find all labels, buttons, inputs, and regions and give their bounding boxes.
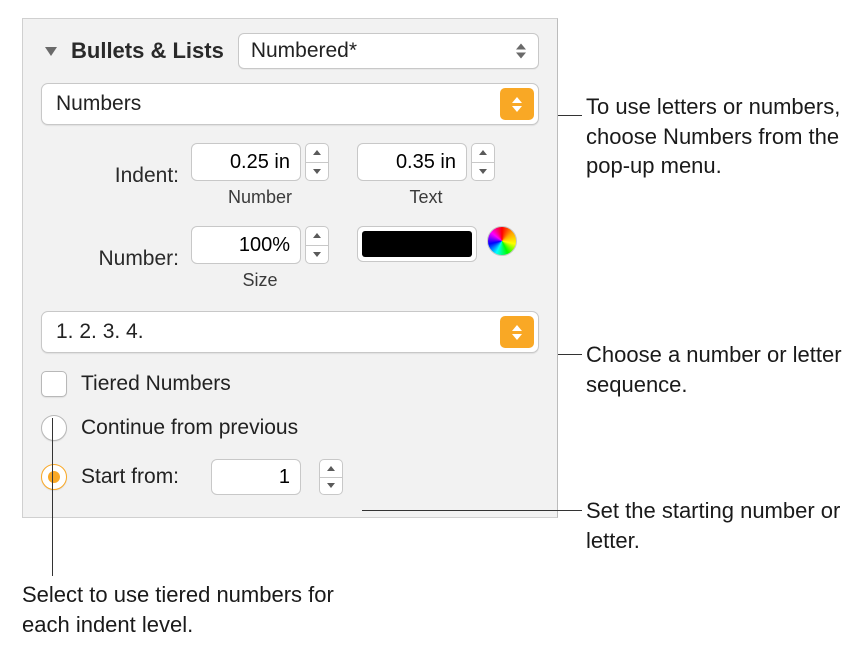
list-style-popup[interactable]: Numbered*	[238, 33, 539, 69]
leader-line	[558, 115, 582, 116]
disclosure-triangle-icon[interactable]	[45, 47, 57, 56]
indent-text-stepper[interactable]	[357, 143, 495, 181]
leader-line	[362, 510, 582, 511]
indent-row: Indent: Number	[41, 143, 539, 208]
number-label: Number:	[41, 247, 191, 271]
annotation-type-popup: To use letters or numbers, choose Number…	[586, 92, 846, 181]
popup-knob-icon	[500, 316, 534, 348]
stepper-buttons[interactable]	[305, 226, 329, 264]
number-size-input[interactable]	[191, 226, 301, 264]
continue-label: Continue from previous	[81, 416, 298, 440]
stepper-up-icon[interactable]	[320, 460, 342, 478]
start-from-input[interactable]	[211, 459, 301, 495]
stepper-down-icon[interactable]	[306, 246, 328, 264]
indent-number-stepper[interactable]	[191, 143, 329, 181]
tiered-numbers-checkbox[interactable]	[41, 371, 67, 397]
stepper-buttons[interactable]	[319, 459, 343, 495]
tiered-numbers-row: Tiered Numbers	[41, 371, 539, 397]
continue-from-previous-row: Continue from previous	[41, 415, 539, 441]
stepper-up-icon[interactable]	[306, 144, 328, 163]
bullets-lists-panel: Bullets & Lists Numbered* Numbers Indent…	[22, 18, 558, 518]
start-from-radio[interactable]	[41, 464, 67, 490]
number-sequence-popup[interactable]: 1. 2. 3. 4.	[41, 311, 539, 353]
color-swatch	[362, 231, 472, 257]
popup-knob-icon	[500, 88, 534, 120]
number-row: Number: Size	[41, 226, 539, 291]
annotation-sequence-popup: Choose a number or letter sequence.	[586, 340, 856, 399]
number-size-stepper[interactable]	[191, 226, 329, 264]
number-size-sublabel: Size	[242, 270, 277, 291]
section-title: Bullets & Lists	[71, 38, 224, 64]
bullet-type-value: Numbers	[56, 92, 141, 116]
number-color-well[interactable]	[357, 226, 477, 262]
list-style-value: Numbered*	[251, 39, 357, 63]
stepper-up-icon[interactable]	[472, 144, 494, 163]
start-from-label: Start from:	[81, 465, 179, 489]
number-sequence-value: 1. 2. 3. 4.	[56, 320, 144, 344]
leader-line	[52, 418, 53, 576]
indent-text-sublabel: Text	[409, 187, 442, 208]
stepper-buttons[interactable]	[305, 143, 329, 181]
tiered-numbers-label: Tiered Numbers	[81, 372, 231, 396]
chevron-updown-icon	[516, 44, 526, 59]
color-wheel-icon[interactable]	[487, 226, 517, 256]
annotation-start-from: Set the starting number or letter.	[586, 496, 846, 555]
bullet-type-popup[interactable]: Numbers	[41, 83, 539, 125]
stepper-down-icon[interactable]	[320, 478, 342, 495]
continue-radio[interactable]	[41, 415, 67, 441]
section-header: Bullets & Lists Numbered*	[41, 33, 539, 69]
stepper-down-icon[interactable]	[472, 163, 494, 181]
indent-number-sublabel: Number	[228, 187, 292, 208]
stepper-buttons[interactable]	[471, 143, 495, 181]
leader-line	[558, 354, 582, 355]
start-from-row: Start from:	[41, 459, 539, 495]
stepper-up-icon[interactable]	[306, 227, 328, 246]
indent-text-input[interactable]	[357, 143, 467, 181]
indent-number-input[interactable]	[191, 143, 301, 181]
indent-label: Indent:	[41, 164, 191, 188]
annotation-tiered: Select to use tiered numbers for each in…	[22, 580, 362, 639]
stepper-down-icon[interactable]	[306, 163, 328, 181]
